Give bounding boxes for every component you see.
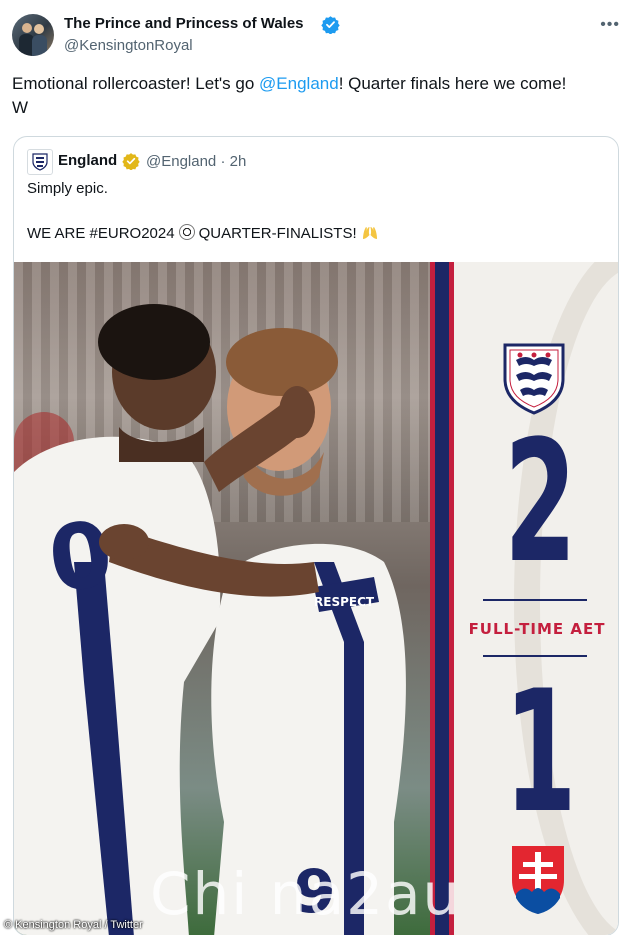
quoted-tweet-card[interactable]: England @England · 2h Simply epic. WE AR… bbox=[13, 136, 619, 935]
author-display-name[interactable]: The Prince and Princess of Wales bbox=[64, 15, 304, 32]
photo-credit: © Kensington Royal / Twitter bbox=[4, 919, 143, 931]
full-time-label: FULL-TIME AET bbox=[468, 620, 606, 638]
quoted-text-line1: Simply epic. bbox=[27, 180, 108, 197]
tweet-header: The Prince and Princess of Wales @Kensin… bbox=[12, 12, 622, 60]
more-options-icon[interactable]: ••• bbox=[600, 16, 620, 34]
quoted-text-line2: WE ARE #EURO2024 QUARTER-FINALISTS! bbox=[27, 224, 379, 242]
author-handle[interactable]: @KensingtonRoyal bbox=[64, 37, 193, 54]
mention-link[interactable]: @England bbox=[259, 74, 339, 93]
raised-hands-icon bbox=[362, 227, 377, 239]
slovakia-crest-icon bbox=[512, 846, 564, 914]
quoted-media[interactable]: 0 RESPECT 9 2 FULL-TIME AET 1 bbox=[14, 262, 618, 935]
hashtag-text[interactable]: WE ARE #EURO2024 bbox=[27, 225, 175, 242]
tweet-signature: W bbox=[12, 98, 29, 117]
players-photo: 0 RESPECT 9 bbox=[14, 262, 430, 935]
verified-badge-icon bbox=[321, 16, 340, 34]
author-avatar[interactable] bbox=[12, 14, 54, 56]
scoreboard-panel: 2 FULL-TIME AET 1 bbox=[454, 262, 618, 935]
england-avatar[interactable] bbox=[27, 149, 53, 175]
tweet-body: Emotional rollercoaster! Let's go @Engla… bbox=[12, 72, 624, 120]
tweet-text-end: ! Quarter finals here we come! bbox=[338, 74, 567, 93]
england-crest-icon bbox=[32, 153, 48, 171]
gold-verified-badge-icon bbox=[122, 153, 140, 170]
quoted-handle-time[interactable]: @England · 2h bbox=[146, 153, 246, 170]
quoted-text-tail: QUARTER-FINALISTS! bbox=[198, 225, 357, 242]
england-score: 2 bbox=[504, 404, 577, 600]
players-illustration: 0 RESPECT 9 bbox=[14, 304, 406, 935]
flag-stripe bbox=[430, 262, 454, 935]
slovakia-score: 1 bbox=[504, 654, 577, 850]
site-watermark: Chi na2au bbox=[150, 860, 462, 928]
score-divider-top bbox=[483, 599, 587, 601]
svg-text:RESPECT: RESPECT bbox=[314, 595, 375, 609]
tweet-text-start: Emotional rollercoaster! Let's go bbox=[12, 74, 260, 93]
football-icon bbox=[178, 224, 195, 240]
quoted-display-name[interactable]: England bbox=[58, 152, 117, 169]
